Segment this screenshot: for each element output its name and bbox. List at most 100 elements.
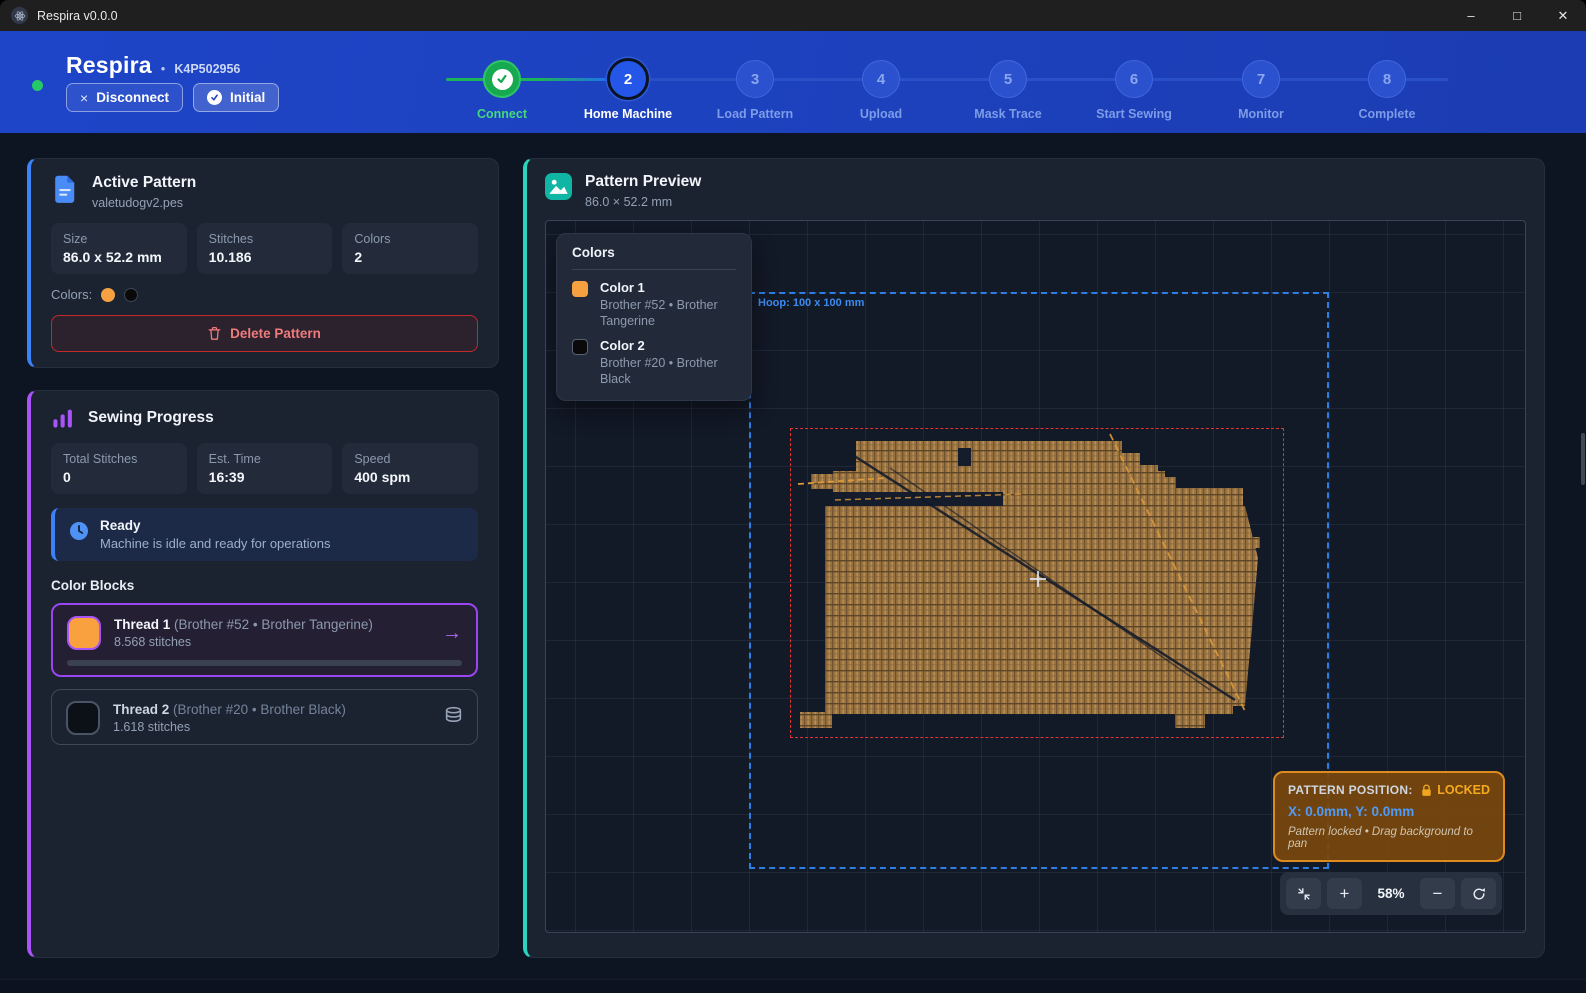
app-window: Respira v0.0.0 – □ ✕ Respira • K4P502956… <box>0 0 1586 993</box>
legend-entry-2: Color 2 Brother #20 • Brother Black <box>572 338 736 388</box>
fit-to-screen-button[interactable] <box>1286 878 1321 909</box>
scrollbar-thumb[interactable] <box>1581 433 1585 485</box>
step-home-machine[interactable]: 2 Home Machine <box>568 58 688 121</box>
thread-detail: (Brother #52 • Brother Tangerine) <box>174 617 373 632</box>
step-7-circle: 7 <box>1242 60 1280 98</box>
step-label: Connect <box>442 107 562 121</box>
legend-swatch-2 <box>572 339 588 355</box>
legend-color-detail: Brother #52 • Brother Tangerine <box>600 297 736 330</box>
machine-status: Ready Machine is idle and ready for oper… <box>51 508 478 561</box>
step-1-circle <box>483 60 521 98</box>
thread-1-block[interactable]: Thread 1 (Brother #52 • Brother Tangerin… <box>51 603 478 677</box>
step-start-sewing[interactable]: 6 Start Sewing <box>1074 60 1194 121</box>
legend-color-name: Color 1 <box>600 280 736 295</box>
position-coordinates: X: 0.0mm, Y: 0.0mm <box>1288 804 1490 819</box>
color-swatch-1 <box>101 288 115 302</box>
color-blocks-label: Color Blocks <box>51 578 478 593</box>
minimize-button[interactable]: – <box>1448 0 1494 31</box>
pattern-filename: valetudogv2.pes <box>92 196 196 210</box>
step-mask-trace[interactable]: 5 Mask Trace <box>948 60 1068 121</box>
stat-colors: Colors 2 <box>342 223 478 274</box>
stat-label: Speed <box>354 452 466 466</box>
document-icon <box>51 174 79 204</box>
disconnect-button[interactable]: × Disconnect <box>66 83 183 112</box>
lock-icon <box>1421 784 1432 797</box>
legend-title: Colors <box>572 245 736 260</box>
active-pattern-card: Active Pattern valetudogv2.pes Size 86.0… <box>27 158 499 368</box>
step-load-pattern[interactable]: 3 Load Pattern <box>695 60 815 121</box>
step-monitor[interactable]: 7 Monitor <box>1201 60 1321 121</box>
step-label: Load Pattern <box>695 107 815 121</box>
clock-icon <box>69 521 89 541</box>
stat-value: 0 <box>63 469 175 485</box>
thread-2-block[interactable]: Thread 2 (Brother #20 • Brother Black) 1… <box>51 689 478 745</box>
thread-stitch-count: 8.568 stitches <box>114 635 373 649</box>
bar-chart-icon <box>51 406 75 430</box>
layers-icon <box>444 706 463 730</box>
pattern-preview-card: Pattern Preview 86.0 × 52.2 mm Hoop: 100… <box>523 158 1545 958</box>
stat-label: Total Stitches <box>63 452 175 466</box>
legend-color-detail: Brother #20 • Brother Black <box>600 355 736 388</box>
legend-color-name: Color 2 <box>600 338 736 353</box>
delete-pattern-button[interactable]: Delete Pattern <box>51 315 478 352</box>
step-4-circle: 4 <box>862 60 900 98</box>
step-label: Complete <box>1327 107 1447 121</box>
zoom-out-button[interactable]: − <box>1420 878 1455 909</box>
pattern-preview-title: Pattern Preview <box>585 173 701 191</box>
stat-stitches: Stitches 10.186 <box>197 223 333 274</box>
app-logo-icon <box>11 7 28 24</box>
step-connect[interactable]: Connect <box>442 60 562 121</box>
step-label: Mask Trace <box>948 107 1068 121</box>
step-upload[interactable]: 4 Upload <box>821 60 941 121</box>
color-swatch-2 <box>124 288 138 302</box>
stat-label: Est. Time <box>209 452 321 466</box>
initial-button[interactable]: Initial <box>193 83 279 112</box>
app-header: Respira • K4P502956 × Disconnect Initial <box>0 31 1586 133</box>
thread-detail: (Brother #20 • Brother Black) <box>173 702 346 717</box>
bottom-strip <box>0 979 1586 993</box>
pattern-dimensions: 86.0 × 52.2 mm <box>585 195 701 209</box>
active-pattern-title: Active Pattern <box>92 174 196 192</box>
stat-value: 86.0 x 52.2 mm <box>63 249 175 265</box>
zoom-level: 58% <box>1368 886 1414 901</box>
thread-1-progress-bar <box>67 660 462 666</box>
step-complete[interactable]: 8 Complete <box>1327 60 1447 121</box>
status-title: Ready <box>100 518 331 533</box>
stat-total-stitches: Total Stitches 0 <box>51 443 187 494</box>
zoom-in-button[interactable]: + <box>1327 878 1362 909</box>
colors-label: Colors: <box>51 287 92 302</box>
arrow-right-icon: → <box>442 622 462 645</box>
step-label: Upload <box>821 107 941 121</box>
app-name: Respira <box>66 52 152 79</box>
stat-est-time: Est. Time 16:39 <box>197 443 333 494</box>
thread-name: Thread 2 <box>113 702 169 717</box>
preview-canvas[interactable]: Hoop: 100 x 100 mm <box>545 220 1526 933</box>
legend-swatch-1 <box>572 281 588 297</box>
brand: Respira • K4P502956 <box>66 52 240 79</box>
stat-label: Stitches <box>209 232 321 246</box>
stat-value: 2 <box>354 249 466 265</box>
connection-status-dot <box>32 80 43 91</box>
thread-name: Thread 1 <box>114 617 170 632</box>
stat-value: 16:39 <box>209 469 321 485</box>
legend-entry-1: Color 1 Brother #52 • Brother Tangerine <box>572 280 736 330</box>
step-label: Start Sewing <box>1074 107 1194 121</box>
stat-label: Size <box>63 232 175 246</box>
thread-1-swatch <box>67 616 101 650</box>
lock-state: LOCKED <box>1437 783 1490 797</box>
check-circle-icon <box>207 90 222 105</box>
status-message: Machine is idle and ready for operations <box>100 536 331 551</box>
step-label: Monitor <box>1201 107 1321 121</box>
maximize-button[interactable]: □ <box>1494 0 1540 31</box>
check-icon <box>492 69 513 90</box>
titlebar: Respira v0.0.0 – □ ✕ <box>0 0 1586 31</box>
disconnect-label: Disconnect <box>96 90 169 105</box>
pattern-position-overlay: PATTERN POSITION: LOCKED X: 0.0mm, Y: 0.… <box>1273 771 1505 862</box>
delete-pattern-label: Delete Pattern <box>230 326 321 341</box>
zoom-controls: + 58% − <box>1280 872 1502 915</box>
close-button[interactable]: ✕ <box>1540 0 1586 31</box>
stat-size: Size 86.0 x 52.2 mm <box>51 223 187 274</box>
reset-view-button[interactable] <box>1461 878 1496 909</box>
stat-speed: Speed 400 spm <box>342 443 478 494</box>
step-label: Home Machine <box>568 107 688 121</box>
